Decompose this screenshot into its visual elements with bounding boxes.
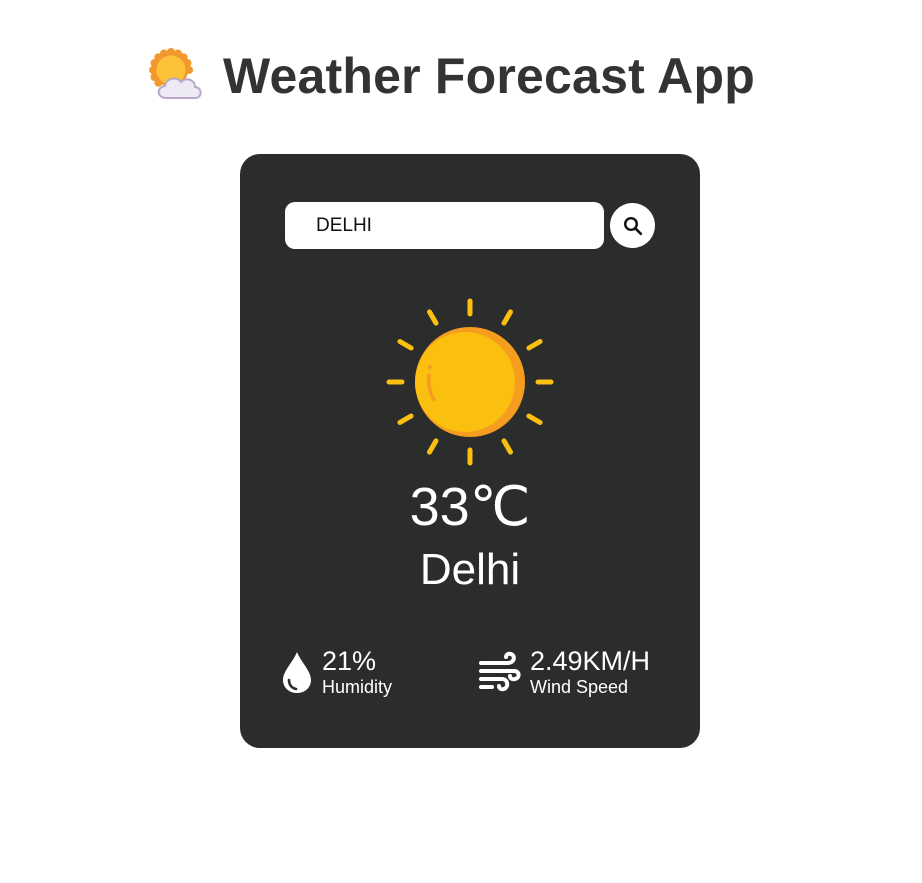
search-input[interactable] [285,202,604,249]
weather-app-page: Weather Forecast App DELHI 33℃ Delhi 21%… [0,0,922,883]
water-drop-icon [283,652,311,693]
humidity-value: 21% [322,646,377,676]
temperature-value: 33 [409,477,470,537]
search-button[interactable] [610,203,655,248]
search-icon [623,216,642,235]
search-field[interactable] [285,202,604,249]
weather-card: 33℃ Delhi 21% Humidity 2. [240,154,700,748]
temperature-unit: ℃ [469,477,531,537]
wind-value: 2.49KM/H [530,646,651,676]
temperature-display: 33℃ [240,474,700,540]
page-title: Weather Forecast App [223,48,755,104]
app-header: Weather Forecast App [0,44,922,108]
sun-behind-cloud-icon [149,48,202,99]
humidity-detail: 21% Humidity [280,646,392,698]
wind-detail: 2.49KM/H Wind Speed [478,646,650,698]
wind-icon [479,651,521,692]
sun-icon [386,298,554,466]
humidity-label: Humidity [322,677,393,697]
wind-label: Wind Speed [530,677,629,697]
city-name: Delhi [419,545,521,594]
